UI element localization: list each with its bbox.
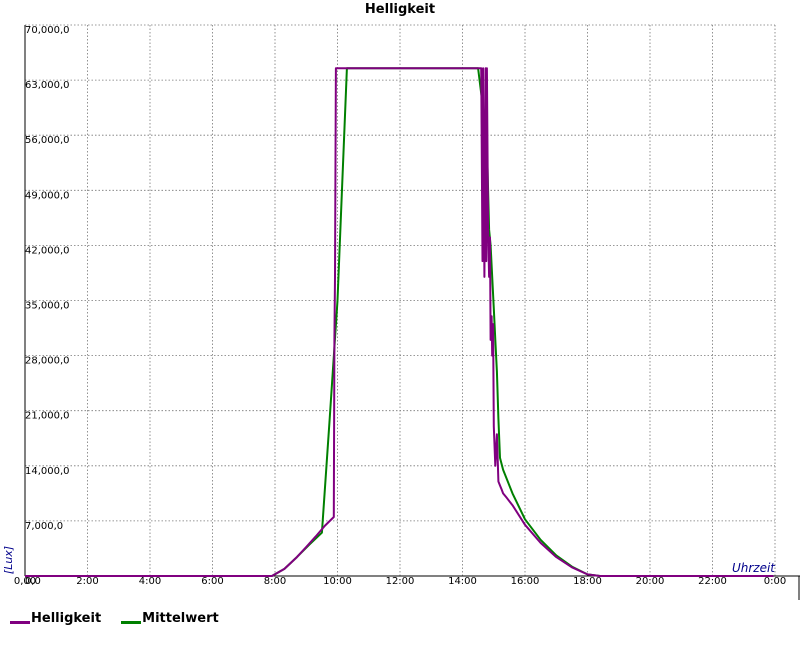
x-tick-label: 0:00 <box>764 576 786 587</box>
series-line-helligkeit <box>25 67 774 577</box>
y-tick-label: 14,000,0 <box>25 466 70 477</box>
legend-item-mittelwert: Mittelwert <box>121 611 219 626</box>
y-tick-label: 28,000,0 <box>25 356 70 367</box>
x-tick-label: 22:00 <box>698 576 727 587</box>
chart-title: Helligkeit <box>365 2 435 17</box>
y-tick-label: 49,000,0 <box>25 190 70 201</box>
x-tick-label: 16:00 <box>511 576 540 587</box>
chart: Helligkeit 0,00 2:00 4:00 6:00 8:00 10:00 12:0… <box>2 2 800 600</box>
legend-item-helligkeit: Helligkeit <box>10 611 101 626</box>
y-axis-title: [Lux] <box>2 546 15 574</box>
x-tick-label: 10:00 <box>323 576 352 587</box>
x-tick-label: 12:00 <box>386 576 415 587</box>
x-tick-label: 4:00 <box>139 576 161 587</box>
y-tick-label: 21,000,0 <box>25 411 70 422</box>
x-tick-label: 18:00 <box>573 576 602 587</box>
y-tick-label: 56,000,0 <box>25 135 70 146</box>
x-tick-label: 2:00 <box>76 576 98 587</box>
legend-label-mittelwert: Mittelwert <box>142 610 219 626</box>
y-tick-label: 7,000,0 <box>25 521 63 532</box>
y-tick-label: 35,000,0 <box>25 301 70 312</box>
legend-label-helligkeit: Helligkeit <box>31 610 102 626</box>
legend-swatch-helligkeit <box>10 620 30 624</box>
legend: Helligkeit Mittelwert <box>10 608 239 628</box>
y-tick-label: 0,0 <box>25 576 41 587</box>
y-tick-label: 63,000,0 <box>25 80 70 91</box>
x-tick-label: 8:00 <box>264 576 286 587</box>
x-tick-label: 20:00 <box>636 576 665 587</box>
x-axis-title: Uhrzeit <box>732 561 776 575</box>
y-tick-label: 70,000,0 <box>25 25 70 36</box>
x-tick-label: 14:00 <box>448 576 477 587</box>
legend-swatch-mittelwert <box>121 620 142 624</box>
y-tick-label: 42,000,0 <box>25 245 70 256</box>
series-line-mittelwert <box>25 67 774 577</box>
x-tick-label: 6:00 <box>201 576 223 587</box>
